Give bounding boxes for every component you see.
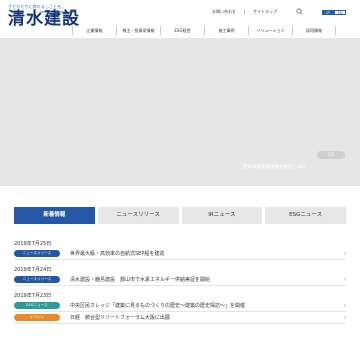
nav-recruit[interactable]: 採用情報 [292, 26, 336, 35]
news-item[interactable]: ニュースリリース 清水建設・鹿島建設 郡山市で水素エネルギー供給実証を開始 › [14, 274, 346, 286]
chevron-right-icon: › [344, 276, 346, 283]
news-list: 2019年7月25日 ニュースリリース 世界最大級・高効率の自航式SEP船を建造… [14, 240, 346, 324]
news-title[interactable]: 中央区民カレッジ「建築に見るものづくりの歴史～建築の歴史探訪～」を開催 [70, 302, 336, 309]
global-nav: 企業情報 株主・投資家情報 ESG経営 施工事例 ソリューション 採用情報 [72, 26, 336, 35]
news-title[interactable]: 世界最大級・高効率の自航式SEP船を建造 [70, 250, 336, 257]
nav-investors[interactable]: 株主・投資家情報 [116, 26, 160, 35]
category-badge: ニュースリリース [14, 250, 60, 257]
search-icon[interactable] [296, 8, 303, 15]
language-switch: JP EN [322, 10, 346, 15]
tab-latest[interactable]: 新着情報 [14, 207, 95, 224]
tab-esg-news[interactable]: ESGニュース [265, 207, 346, 224]
category-badge: ESGニュース [14, 302, 60, 309]
sitemap-link[interactable]: サイトマップ [253, 9, 277, 15]
news-tabs: 新着情報 ニュースリリース IRニュース ESGニュース [14, 207, 346, 224]
news-title[interactable]: 日経 統合型リゾートフォーラム大阪に出展 [70, 314, 336, 321]
company-logo[interactable]: 子どもたちに誇れるしごとを。 清水建設 SHIMIZU CORPORATION [8, 4, 80, 28]
news-item[interactable]: イベント 日経 統合型リゾートフォーラム大阪に出展 › [14, 312, 346, 324]
tab-ir-news[interactable]: IRニュース [181, 207, 263, 224]
news-date: 2019年7月23日 [14, 293, 52, 299]
news-date: 2019年7月24日 [14, 267, 52, 273]
utility-divider [244, 9, 245, 15]
news-item[interactable]: ニュースリリース 世界最大級・高効率の自航式SEP船を建造 › [14, 248, 346, 260]
chevron-right-icon: › [344, 250, 346, 257]
hero-caption: 西日本旅客鉄道株式会社 / XXX [243, 165, 307, 170]
category-badge: イベント [14, 314, 60, 321]
chevron-right-icon: › [344, 314, 346, 321]
category-badge: ニュースリリース [14, 276, 60, 283]
news-title[interactable]: 清水建設・鹿島建設 郡山市で水素エネルギー供給実証を開始 [70, 276, 336, 283]
logo-corp-en: SHIMIZU CORPORATION [40, 10, 76, 14]
nav-solutions[interactable]: ソリューション [248, 26, 292, 35]
nav-corporate[interactable]: 企業情報 [72, 26, 116, 35]
slider-pager[interactable]: 1/5 [317, 151, 345, 159]
lang-en-button[interactable]: EN [334, 10, 346, 15]
tab-news-release[interactable]: ニュースリリース [97, 207, 179, 224]
news-date: 2019年7月25日 [14, 241, 52, 247]
lang-ja-button[interactable]: JP [322, 10, 334, 15]
site-header: 子どもたちに誇れるしごとを。 清水建設 SHIMIZU CORPORATION … [0, 0, 360, 38]
nav-esg[interactable]: ESG経営 [160, 26, 204, 35]
contact-link[interactable]: お問い合わせ [212, 9, 236, 15]
chevron-right-icon: › [344, 302, 346, 309]
news-item[interactable]: ESGニュース 中央区民カレッジ「建築に見るものづくりの歴史～建築の歴史探訪～」… [14, 300, 346, 312]
utility-links: お問い合わせ サイトマップ [212, 9, 277, 15]
nav-works[interactable]: 施工事例 [204, 26, 248, 35]
hero-slider[interactable]: 1/5 西日本旅客鉄道株式会社 / XXX [0, 38, 360, 186]
